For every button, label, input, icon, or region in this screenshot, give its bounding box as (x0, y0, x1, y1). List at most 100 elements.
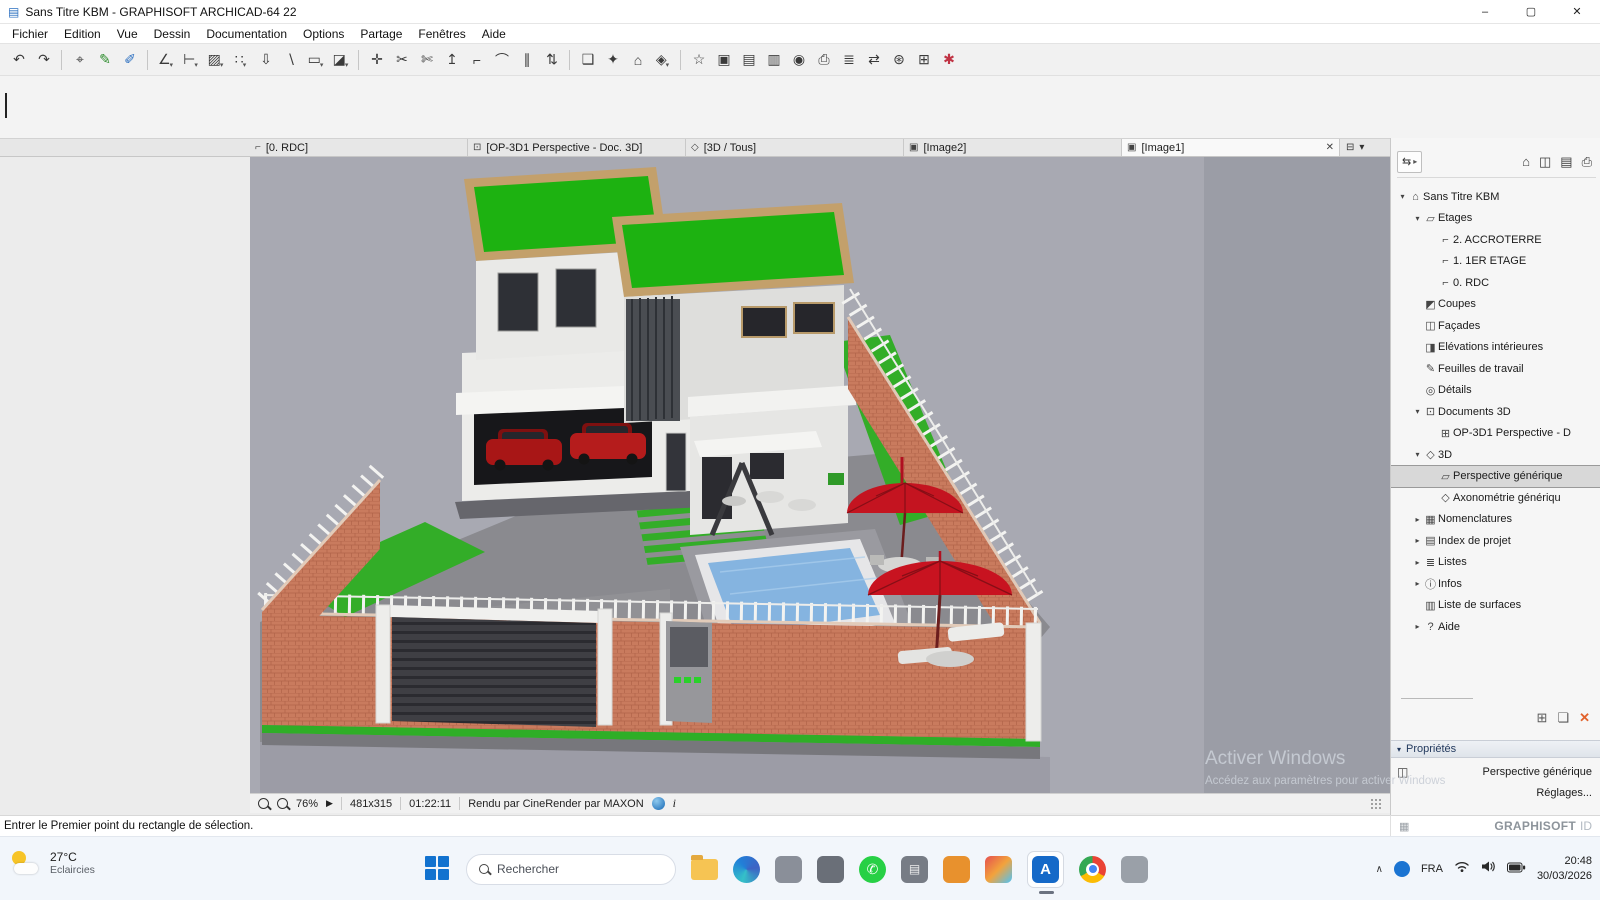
tree-expand-arrow[interactable]: ▾ (1412, 407, 1423, 416)
tray-chevron-icon[interactable]: ∧ (1376, 864, 1383, 875)
group-icon[interactable]: ❑ (575, 48, 600, 72)
split-icon[interactable]: ∥ (514, 48, 539, 72)
tree-expand-arrow[interactable]: ▾ (1397, 192, 1408, 201)
pick-up-parameters-icon[interactable]: ✐ (117, 48, 142, 72)
nav-item-facades[interactable]: ◫ Façades (1391, 315, 1600, 337)
start-button[interactable] (425, 856, 451, 882)
tree-expand-arrow[interactable]: ▸ (1412, 515, 1423, 524)
zoom-level[interactable]: 76% (296, 798, 318, 810)
taskbar-app-edge[interactable] (733, 856, 760, 883)
navigator-new-viewpoint-icon[interactable]: ⊞ (1537, 710, 1548, 726)
marquee-icon[interactable]: ▭▾ (303, 48, 328, 72)
taskbar-app-archicad-active[interactable]: A (1027, 851, 1064, 888)
taskbar-app-generic-1[interactable] (775, 856, 802, 883)
taskbar-weather-widget[interactable]: 27°C Eclaircies (10, 849, 95, 877)
tree-expand-arrow[interactable]: ▾ (1412, 214, 1423, 223)
gravity-icon[interactable]: ⇩ (253, 48, 278, 72)
nav-item-elevations-interieures[interactable]: ◨ Elévations intérieures (1391, 337, 1600, 359)
hatch-icon[interactable]: ▨▾ (203, 48, 228, 72)
nav-item-3d[interactable]: ▾ ◇ 3D (1391, 444, 1600, 466)
close-button[interactable]: ✕ (1554, 0, 1600, 24)
nav-item-op-3d1[interactable]: ⊞ OP-3D1 Perspective - D (1391, 423, 1600, 445)
fillet-icon[interactable]: ⌒ (489, 48, 514, 72)
stamp-icon[interactable]: ⊛ (886, 48, 911, 72)
redo-icon[interactable]: ↷ (31, 48, 56, 72)
taskbar-search[interactable]: Rechercher (466, 854, 676, 885)
tab-0-rdc[interactable]: ⌐ [0. RDC] (250, 139, 468, 156)
taskbar-app-file-explorer[interactable] (691, 859, 718, 880)
nav-item-infos[interactable]: ▸ ⓘ Infos (1391, 573, 1600, 595)
tree-expand-arrow[interactable]: ▸ (1412, 622, 1423, 631)
zoom-fit-icon[interactable] (277, 798, 288, 809)
taskbar-app-photos[interactable] (985, 856, 1012, 883)
render-3d-viewport[interactable] (250, 157, 1390, 793)
layout-book-icon[interactable]: ▤ (1560, 154, 1572, 170)
tab-3d-tous[interactable]: ◇ [3D / Tous] (686, 139, 904, 156)
properties-header[interactable]: ▾ Propriétés (1391, 740, 1600, 758)
elevate-icon[interactable]: ↥ (439, 48, 464, 72)
navigator-close-icon[interactable]: ✕ (1579, 710, 1590, 726)
image-tool-icon[interactable]: ▣ (711, 48, 736, 72)
nav-item-aide[interactable]: ▸ ? Aide (1391, 616, 1600, 638)
info-icon[interactable]: i (673, 796, 676, 811)
renovation-icon[interactable]: ⌂ (625, 48, 650, 72)
tab-dropdown-icon[interactable]: ▾ (1359, 142, 1364, 153)
tab-image2[interactable]: ▣ [Image2] (904, 139, 1122, 156)
slope-guide-icon[interactable]: ∖ (278, 48, 303, 72)
battery-icon[interactable] (1507, 860, 1526, 878)
drag-icon[interactable]: ✛ (364, 48, 389, 72)
element-list-icon[interactable]: ▥ (761, 48, 786, 72)
zoom-in-icon[interactable] (258, 798, 269, 809)
tab-close-icon[interactable]: ✕ (1326, 142, 1334, 153)
nav-item-rdc[interactable]: ⌐ 0. RDC (1391, 272, 1600, 294)
tab-overview-icon[interactable]: ⊟ (1346, 142, 1354, 153)
resize-grip[interactable] (1370, 798, 1382, 810)
tree-expand-arrow[interactable]: ▸ (1412, 579, 1423, 588)
nav-item-documents-3d[interactable]: ▾ ⊡ Documents 3D (1391, 401, 1600, 423)
zoom-to-selection-icon[interactable]: ⌖ (67, 48, 92, 72)
menu-vue[interactable]: Vue (109, 24, 146, 44)
nav-item-etages[interactable]: ▾ ▱ Etages (1391, 208, 1600, 230)
taskbar-app-chrome[interactable] (1079, 856, 1106, 883)
taskbar-app-whatsapp[interactable]: ✆ (859, 856, 886, 883)
menu-aide[interactable]: Aide (474, 24, 514, 44)
dimension-icon[interactable]: ⊢▾ (178, 48, 203, 72)
maximize-button[interactable]: ▢ (1508, 0, 1554, 24)
nav-item-nomenclatures[interactable]: ▸ ▦ Nomenclatures (1391, 509, 1600, 531)
taskbar-app-generic-4[interactable] (1121, 856, 1148, 883)
tray-language[interactable]: FRA (1421, 863, 1443, 875)
critical-settings-icon[interactable]: ✱ (936, 48, 961, 72)
find-select-icon[interactable]: ◉ (786, 48, 811, 72)
nav-item-details[interactable]: ◎ Détails (1391, 380, 1600, 402)
nav-item-liste-de-surfaces[interactable]: ▥ Liste de surfaces (1391, 595, 1600, 617)
publisher-icon[interactable]: ⎙ (811, 48, 836, 72)
settings-button[interactable]: Réglages... (1536, 787, 1592, 799)
translate-icon[interactable]: ⇄ (861, 48, 886, 72)
navigator-clone-icon[interactable]: ❏ (1557, 710, 1569, 726)
tree-expand-arrow[interactable]: ▾ (1412, 450, 1423, 459)
pencil-icon[interactable]: ✎ (92, 48, 117, 72)
minimize-button[interactable]: – (1462, 0, 1508, 24)
modify-icon[interactable]: ◪▾ (328, 48, 353, 72)
nav-item-axonometrie-generique[interactable]: ◇ Axonométrie génériqu (1391, 487, 1600, 509)
nav-item-index-de-projet[interactable]: ▸ ▤ Index de projet (1391, 530, 1600, 552)
scissors-icon[interactable]: ✂ (389, 48, 414, 72)
expand-arrow-icon[interactable]: ▶ (326, 798, 333, 809)
library-manager-icon[interactable]: ⊞ (911, 48, 936, 72)
taskbar-app-generic-3[interactable]: ▤ (901, 856, 928, 883)
nav-item-feuilles-de-travail[interactable]: ✎ Feuilles de travail (1391, 358, 1600, 380)
menu-fichier[interactable]: Fichier (4, 24, 56, 44)
graphisoft-brand[interactable]: GRAPHISOFT (1494, 819, 1576, 833)
nav-item-accroterre[interactable]: ⌐ 2. ACCROTERRE (1391, 229, 1600, 251)
taskbar-app-files-orange[interactable] (943, 856, 970, 883)
grid-snap-icon[interactable]: ∷▾ (228, 48, 253, 72)
tab-op-3d1-perspective[interactable]: ⊡ [OP-3D1 Perspective - Doc. 3D] (468, 139, 686, 156)
nav-item-listes[interactable]: ▸ ≣ Listes (1391, 552, 1600, 574)
taskbar-app-generic-2[interactable] (817, 856, 844, 883)
menu-edition[interactable]: Edition (56, 24, 109, 44)
guide-line-icon[interactable]: ∠▾ (153, 48, 178, 72)
tray-clock[interactable]: 20:48 30/03/2026 (1537, 854, 1592, 884)
menu-documentation[interactable]: Documentation (198, 24, 295, 44)
schedule-icon[interactable]: ▤ (736, 48, 761, 72)
menu-options[interactable]: Options (295, 24, 352, 44)
